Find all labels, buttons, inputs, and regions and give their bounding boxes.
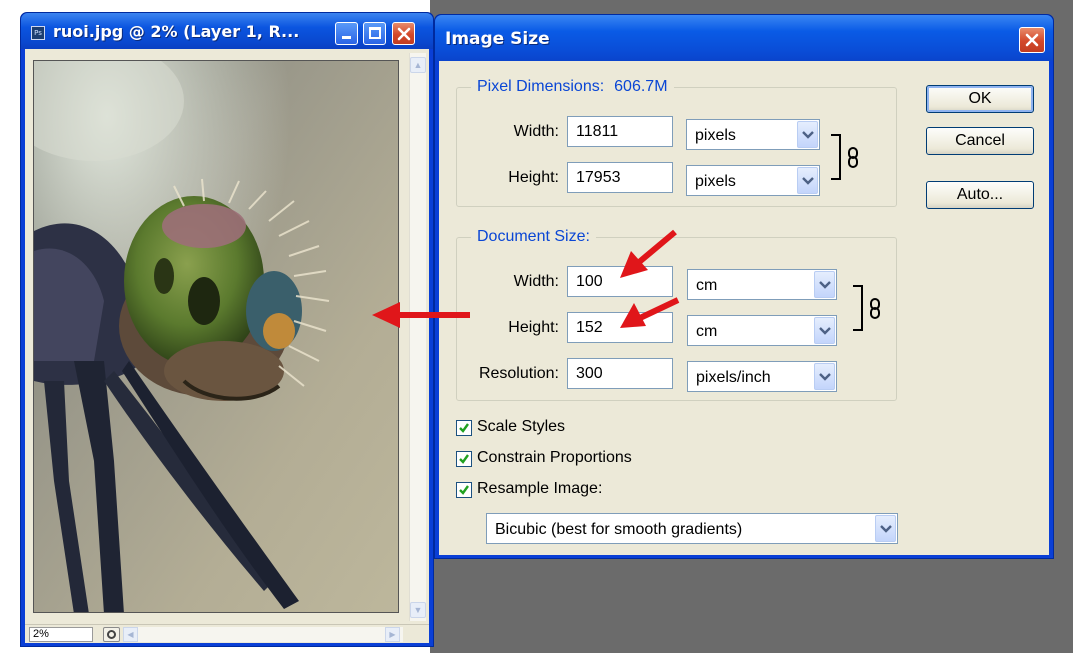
dialog-title: Image Size — [445, 29, 550, 49]
pixel-height-label: Height: — [508, 169, 559, 186]
resolution-unit-select[interactable]: pixels/inch — [687, 361, 837, 392]
chevron-down-icon — [797, 121, 818, 148]
chain-link-icon — [870, 298, 880, 319]
cancel-button[interactable]: Cancel — [926, 127, 1034, 155]
doc-width-unit-select[interactable]: cm — [687, 269, 837, 300]
scale-styles-label: Scale Styles — [477, 418, 566, 435]
doc-height-unit-select[interactable]: cm — [687, 315, 837, 346]
chain-link-icon — [848, 147, 858, 168]
pixel-width-unit-select[interactable]: pixels — [686, 119, 820, 150]
close-icon — [1025, 33, 1039, 47]
checkbox-box[interactable] — [456, 451, 472, 467]
minimize-button[interactable] — [335, 22, 358, 45]
ok-button[interactable]: OK — [926, 85, 1034, 113]
pixel-dimensions-legend: Pixel Dimensions: 606.7M — [471, 78, 674, 96]
auto-button[interactable]: Auto... — [926, 181, 1034, 209]
document-window: Ps ruoi.jpg @ 2% (Layer 1, R... ▲ ▼ 2% ◀… — [20, 12, 434, 647]
resample-method-select[interactable]: Bicubic (best for smooth gradients) — [486, 513, 898, 544]
document-client-area: ▲ ▼ 2% ◀ ▶ — [25, 49, 429, 643]
image-size-dialog: Image Size Pixel Dimensions: 606.7M Width… — [434, 14, 1054, 559]
constrain-proportions-label: Constrain Proportions — [477, 449, 632, 466]
zoom-level-field[interactable]: 2% — [29, 627, 93, 642]
dragonfly-photo — [34, 61, 398, 612]
scroll-right-icon[interactable]: ▶ — [385, 627, 400, 642]
checkbox-box[interactable] — [456, 482, 472, 498]
doc-width-field[interactable]: 100 — [567, 266, 673, 297]
pixel-dimensions-total: 606.7M — [614, 78, 668, 95]
pixel-height-field[interactable]: 17953 — [567, 162, 673, 193]
chevron-down-icon — [814, 317, 835, 344]
scroll-down-icon[interactable]: ▼ — [410, 602, 426, 618]
scroll-left-icon[interactable]: ◀ — [123, 627, 138, 642]
scroll-up-icon[interactable]: ▲ — [410, 57, 426, 73]
resample-image-label: Resample Image: — [477, 480, 603, 497]
doc-height-label: Height: — [508, 319, 559, 336]
chevron-down-icon — [814, 271, 835, 298]
chevron-down-icon — [814, 363, 835, 390]
pixel-link-bracket — [831, 134, 841, 180]
pixel-height-unit-select[interactable]: pixels — [686, 165, 820, 196]
horizontal-scrollbar[interactable]: ◀ ▶ — [123, 627, 403, 642]
clock-icon — [107, 630, 116, 639]
document-title: ruoi.jpg @ 2% (Layer 1, R... — [53, 22, 300, 41]
resolution-field[interactable]: 300 — [567, 358, 673, 389]
maximize-icon — [369, 27, 381, 39]
document-status-bar: 2% ◀ ▶ — [25, 624, 429, 643]
image-canvas[interactable] — [33, 60, 399, 613]
vertical-scrollbar[interactable]: ▲ ▼ — [409, 53, 426, 621]
document-title-bar[interactable]: Ps ruoi.jpg @ 2% (Layer 1, R... — [21, 13, 433, 49]
document-size-legend: Document Size: — [471, 228, 596, 246]
doc-height-field[interactable]: 152 — [567, 312, 673, 343]
close-icon — [397, 27, 411, 41]
pixel-width-label: Width: — [513, 123, 559, 140]
checkbox-box[interactable] — [456, 420, 472, 436]
dialog-client-area: Pixel Dimensions: 606.7M Width: 11811 pix… — [439, 61, 1049, 555]
document-close-button[interactable] — [392, 22, 415, 45]
pixel-width-field[interactable]: 11811 — [567, 116, 673, 147]
doc-width-label: Width: — [513, 273, 559, 290]
document-link-bracket — [853, 285, 863, 331]
dialog-close-button[interactable] — [1019, 27, 1045, 53]
chevron-down-icon — [875, 515, 896, 542]
resolution-label: Resolution: — [478, 365, 559, 382]
photoshop-doc-icon: Ps — [31, 26, 45, 40]
dialog-title-bar[interactable]: Image Size — [435, 15, 1053, 61]
maximize-button[interactable] — [363, 22, 386, 45]
minimize-icon — [342, 36, 351, 39]
status-menu-button[interactable] — [103, 627, 120, 642]
chevron-down-icon — [797, 167, 818, 194]
